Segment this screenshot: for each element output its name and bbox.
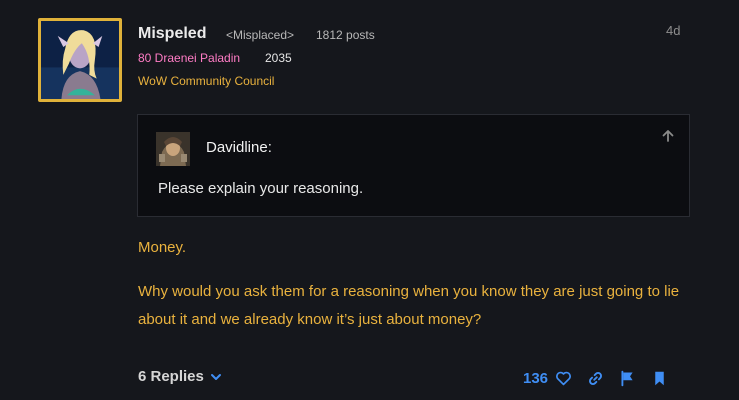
replies-label: 6 Replies xyxy=(138,368,204,385)
user-title: <Misplaced> xyxy=(226,28,295,42)
flag-icon[interactable] xyxy=(618,369,636,387)
heart-icon[interactable] xyxy=(554,369,572,387)
post-paragraph: Why would you ask them for a reasoning w… xyxy=(138,283,680,328)
link-icon[interactable] xyxy=(586,369,604,387)
avatar-image xyxy=(41,21,119,99)
bookmark-icon[interactable] xyxy=(650,369,668,387)
like-count[interactable]: 136 xyxy=(523,370,548,387)
quote-text: Please explain your reasoning. xyxy=(158,180,364,197)
post-time[interactable]: 4d xyxy=(666,23,680,38)
replies-button[interactable]: 6 Replies xyxy=(138,368,222,385)
chevron-down-icon xyxy=(210,373,221,380)
quote-avatar xyxy=(156,132,190,166)
user-avatar[interactable] xyxy=(38,18,122,102)
quote-avatar-image xyxy=(156,132,190,166)
achievement-points: 2035 xyxy=(265,51,292,65)
post-count: 1812 posts xyxy=(316,28,375,42)
arrow-up-icon[interactable] xyxy=(661,129,675,143)
character-info[interactable]: 80 Draenei Paladin xyxy=(138,51,240,65)
quote-username[interactable]: Davidline: xyxy=(206,139,272,156)
quote-block: Davidline: Please explain your reasoning… xyxy=(137,114,690,217)
user-group: WoW Community Council xyxy=(138,74,275,88)
post-actions: 136 xyxy=(523,366,668,390)
post-paragraph: Money. xyxy=(138,239,187,256)
username[interactable]: Mispeled xyxy=(138,25,206,43)
